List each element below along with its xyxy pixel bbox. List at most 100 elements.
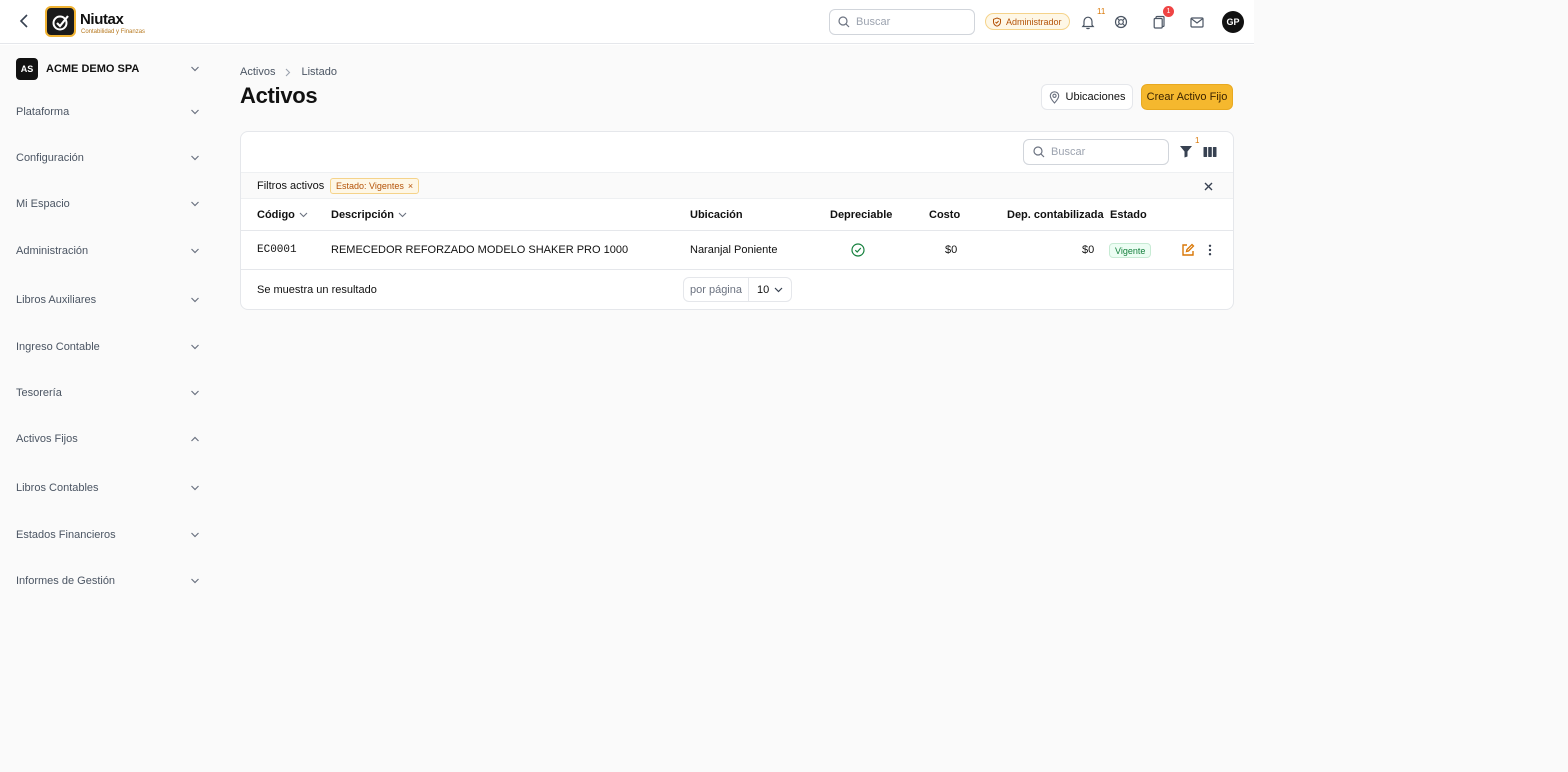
locations-button[interactable]: Ubicaciones xyxy=(1041,84,1133,110)
sidebar-item-label: Activos Fijos xyxy=(16,433,78,445)
user-avatar[interactable]: GP xyxy=(1222,11,1244,33)
filter-button[interactable] xyxy=(1177,143,1194,160)
global-search-input[interactable] xyxy=(856,16,966,28)
company-selector[interactable]: AS ACME DEMO SPA xyxy=(16,57,200,80)
sidebar-item-informes-de-gestion[interactable]: Informes de Gestión xyxy=(16,571,200,591)
more-vertical-icon xyxy=(1208,244,1212,256)
chevron-down-icon xyxy=(191,390,199,396)
column-header-depreciable: Depreciable xyxy=(830,209,893,221)
main-content: Activos Listado Activos Ubicaciones Crea… xyxy=(216,45,1254,772)
close-icon[interactable]: × xyxy=(408,181,413,191)
chevron-down-icon xyxy=(191,578,199,584)
sidebar-item-plataforma[interactable]: Plataforma xyxy=(16,102,200,122)
locations-button-label: Ubicaciones xyxy=(1065,91,1126,103)
chevron-down-icon xyxy=(191,66,199,71)
active-filters-label: Filtros activos xyxy=(257,180,325,192)
company-name: ACME DEMO SPA xyxy=(46,62,140,75)
sidebar-item-libros-contables[interactable]: Libros Contables xyxy=(16,478,200,498)
sidebar-item-label: Estados Financieros xyxy=(16,529,116,541)
brand-logo[interactable] xyxy=(45,6,76,37)
filter-count: 1 xyxy=(1195,136,1200,145)
sidebar-item-tesoreria[interactable]: Tesorería xyxy=(16,383,200,403)
edit-button[interactable] xyxy=(1180,242,1196,258)
column-header-ubicacion: Ubicación xyxy=(690,209,743,221)
bell-icon xyxy=(1081,16,1095,29)
cell-descripcion: REMECEDOR REFORZADO MODELO SHAKER PRO 10… xyxy=(331,244,629,256)
row-menu-button[interactable] xyxy=(1202,242,1218,258)
columns-button[interactable] xyxy=(1201,143,1218,160)
per-page-label: por página xyxy=(684,278,749,301)
chevron-left-icon xyxy=(19,14,28,28)
assets-table-card: 1 Filtros activos Estado: Vigentes × Cód… xyxy=(240,131,1234,310)
role-badge[interactable]: Administrador xyxy=(985,13,1070,30)
table-row[interactable]: EC0001 REMECEDOR REFORZADO MODELO SHAKER… xyxy=(241,231,1233,270)
sidebar: AS ACME DEMO SPA Plataforma Configuració… xyxy=(0,45,216,772)
edit-icon xyxy=(1182,243,1195,256)
column-label: Descripción xyxy=(331,209,394,221)
sidebar-item-configuracion[interactable]: Configuración xyxy=(16,148,200,168)
company-avatar: AS xyxy=(16,57,38,80)
check-circle-icon xyxy=(851,243,865,257)
sidebar-item-label: Administración xyxy=(16,245,89,257)
mail-icon xyxy=(1190,16,1204,28)
messages-button[interactable] xyxy=(1187,12,1207,32)
column-header-dep-contabilizada: Dep. contabilizada xyxy=(1007,209,1104,221)
column-header-descripcion[interactable]: Descripción xyxy=(331,209,407,221)
depreciable-check xyxy=(850,242,866,258)
clipboard-icon xyxy=(1153,15,1165,29)
chevron-down-icon xyxy=(191,344,199,350)
brand-tagline: Contabilidad y Finanzas xyxy=(81,29,146,35)
chevron-down-icon xyxy=(191,485,199,491)
table-header: Código Descripción Ubicación Depreciable… xyxy=(241,199,1233,231)
help-button[interactable] xyxy=(1111,12,1131,32)
sidebar-item-ingreso-contable[interactable]: Ingreso Contable xyxy=(16,337,200,357)
sidebar-item-label: Libros Auxiliares xyxy=(16,294,97,306)
create-asset-button[interactable]: Crear Activo Fijo xyxy=(1141,84,1233,110)
sidebar-item-libros-auxiliares[interactable]: Libros Auxiliares xyxy=(16,290,200,310)
breadcrumb-item-activos[interactable]: Activos xyxy=(240,66,275,78)
search-icon xyxy=(1033,146,1045,158)
search-icon xyxy=(838,16,850,28)
sidebar-item-label: Ingreso Contable xyxy=(16,341,100,353)
column-header-estado: Estado xyxy=(1110,209,1147,221)
column-label: Código xyxy=(257,209,295,221)
cell-costo: $0 xyxy=(945,244,958,256)
sidebar-item-label: Libros Contables xyxy=(16,482,99,494)
sidebar-item-mi-espacio[interactable]: Mi Espacio xyxy=(16,194,200,214)
clear-filters-button[interactable] xyxy=(1201,179,1215,193)
sidebar-item-label: Tesorería xyxy=(16,387,62,399)
chevron-right-icon xyxy=(286,68,291,76)
cell-codigo: EC0001 xyxy=(257,244,297,256)
sidebar-item-label: Informes de Gestión xyxy=(16,575,116,587)
chevron-down-icon xyxy=(191,201,199,207)
back-button[interactable] xyxy=(15,12,33,30)
role-badge-label: Administrador xyxy=(1006,16,1062,27)
chevron-up-icon xyxy=(191,436,199,442)
breadcrumb-item-listado: Listado xyxy=(301,66,337,78)
chevron-down-icon xyxy=(191,297,199,303)
chevron-down-icon xyxy=(191,248,199,254)
check-logo-icon xyxy=(52,14,69,30)
filter-chip-estado[interactable]: Estado: Vigentes × xyxy=(330,178,420,194)
sidebar-item-administracion[interactable]: Administración xyxy=(16,241,200,261)
column-header-costo: Costo xyxy=(929,209,961,221)
table-search[interactable] xyxy=(1023,139,1169,165)
results-summary: Se muestra un resultado xyxy=(257,284,377,296)
chevron-down-icon xyxy=(774,287,783,292)
global-search[interactable] xyxy=(829,9,975,35)
table-search-input[interactable] xyxy=(1051,146,1161,158)
sidebar-item-estados-financieros[interactable]: Estados Financieros xyxy=(16,525,200,545)
top-bar: Niutax Contabilidad y Finanzas Administr… xyxy=(0,0,1254,44)
breadcrumb: Activos Listado xyxy=(240,66,337,78)
sidebar-item-label: Configuración xyxy=(16,152,84,164)
sidebar-item-label: Mi Espacio xyxy=(16,198,70,210)
notifications-button[interactable] xyxy=(1078,12,1098,32)
page-title: Activos xyxy=(240,83,318,108)
column-header-codigo[interactable]: Código xyxy=(257,209,308,221)
sidebar-item-activos-fijos[interactable]: Activos Fijos xyxy=(16,429,200,449)
close-icon xyxy=(1204,182,1212,190)
cell-dep-contabilizada: $0 xyxy=(1082,244,1095,256)
chevron-down-icon xyxy=(299,212,308,218)
per-page-select[interactable]: 10 xyxy=(749,284,791,296)
filter-chip-label: Estado: Vigentes xyxy=(336,181,404,191)
